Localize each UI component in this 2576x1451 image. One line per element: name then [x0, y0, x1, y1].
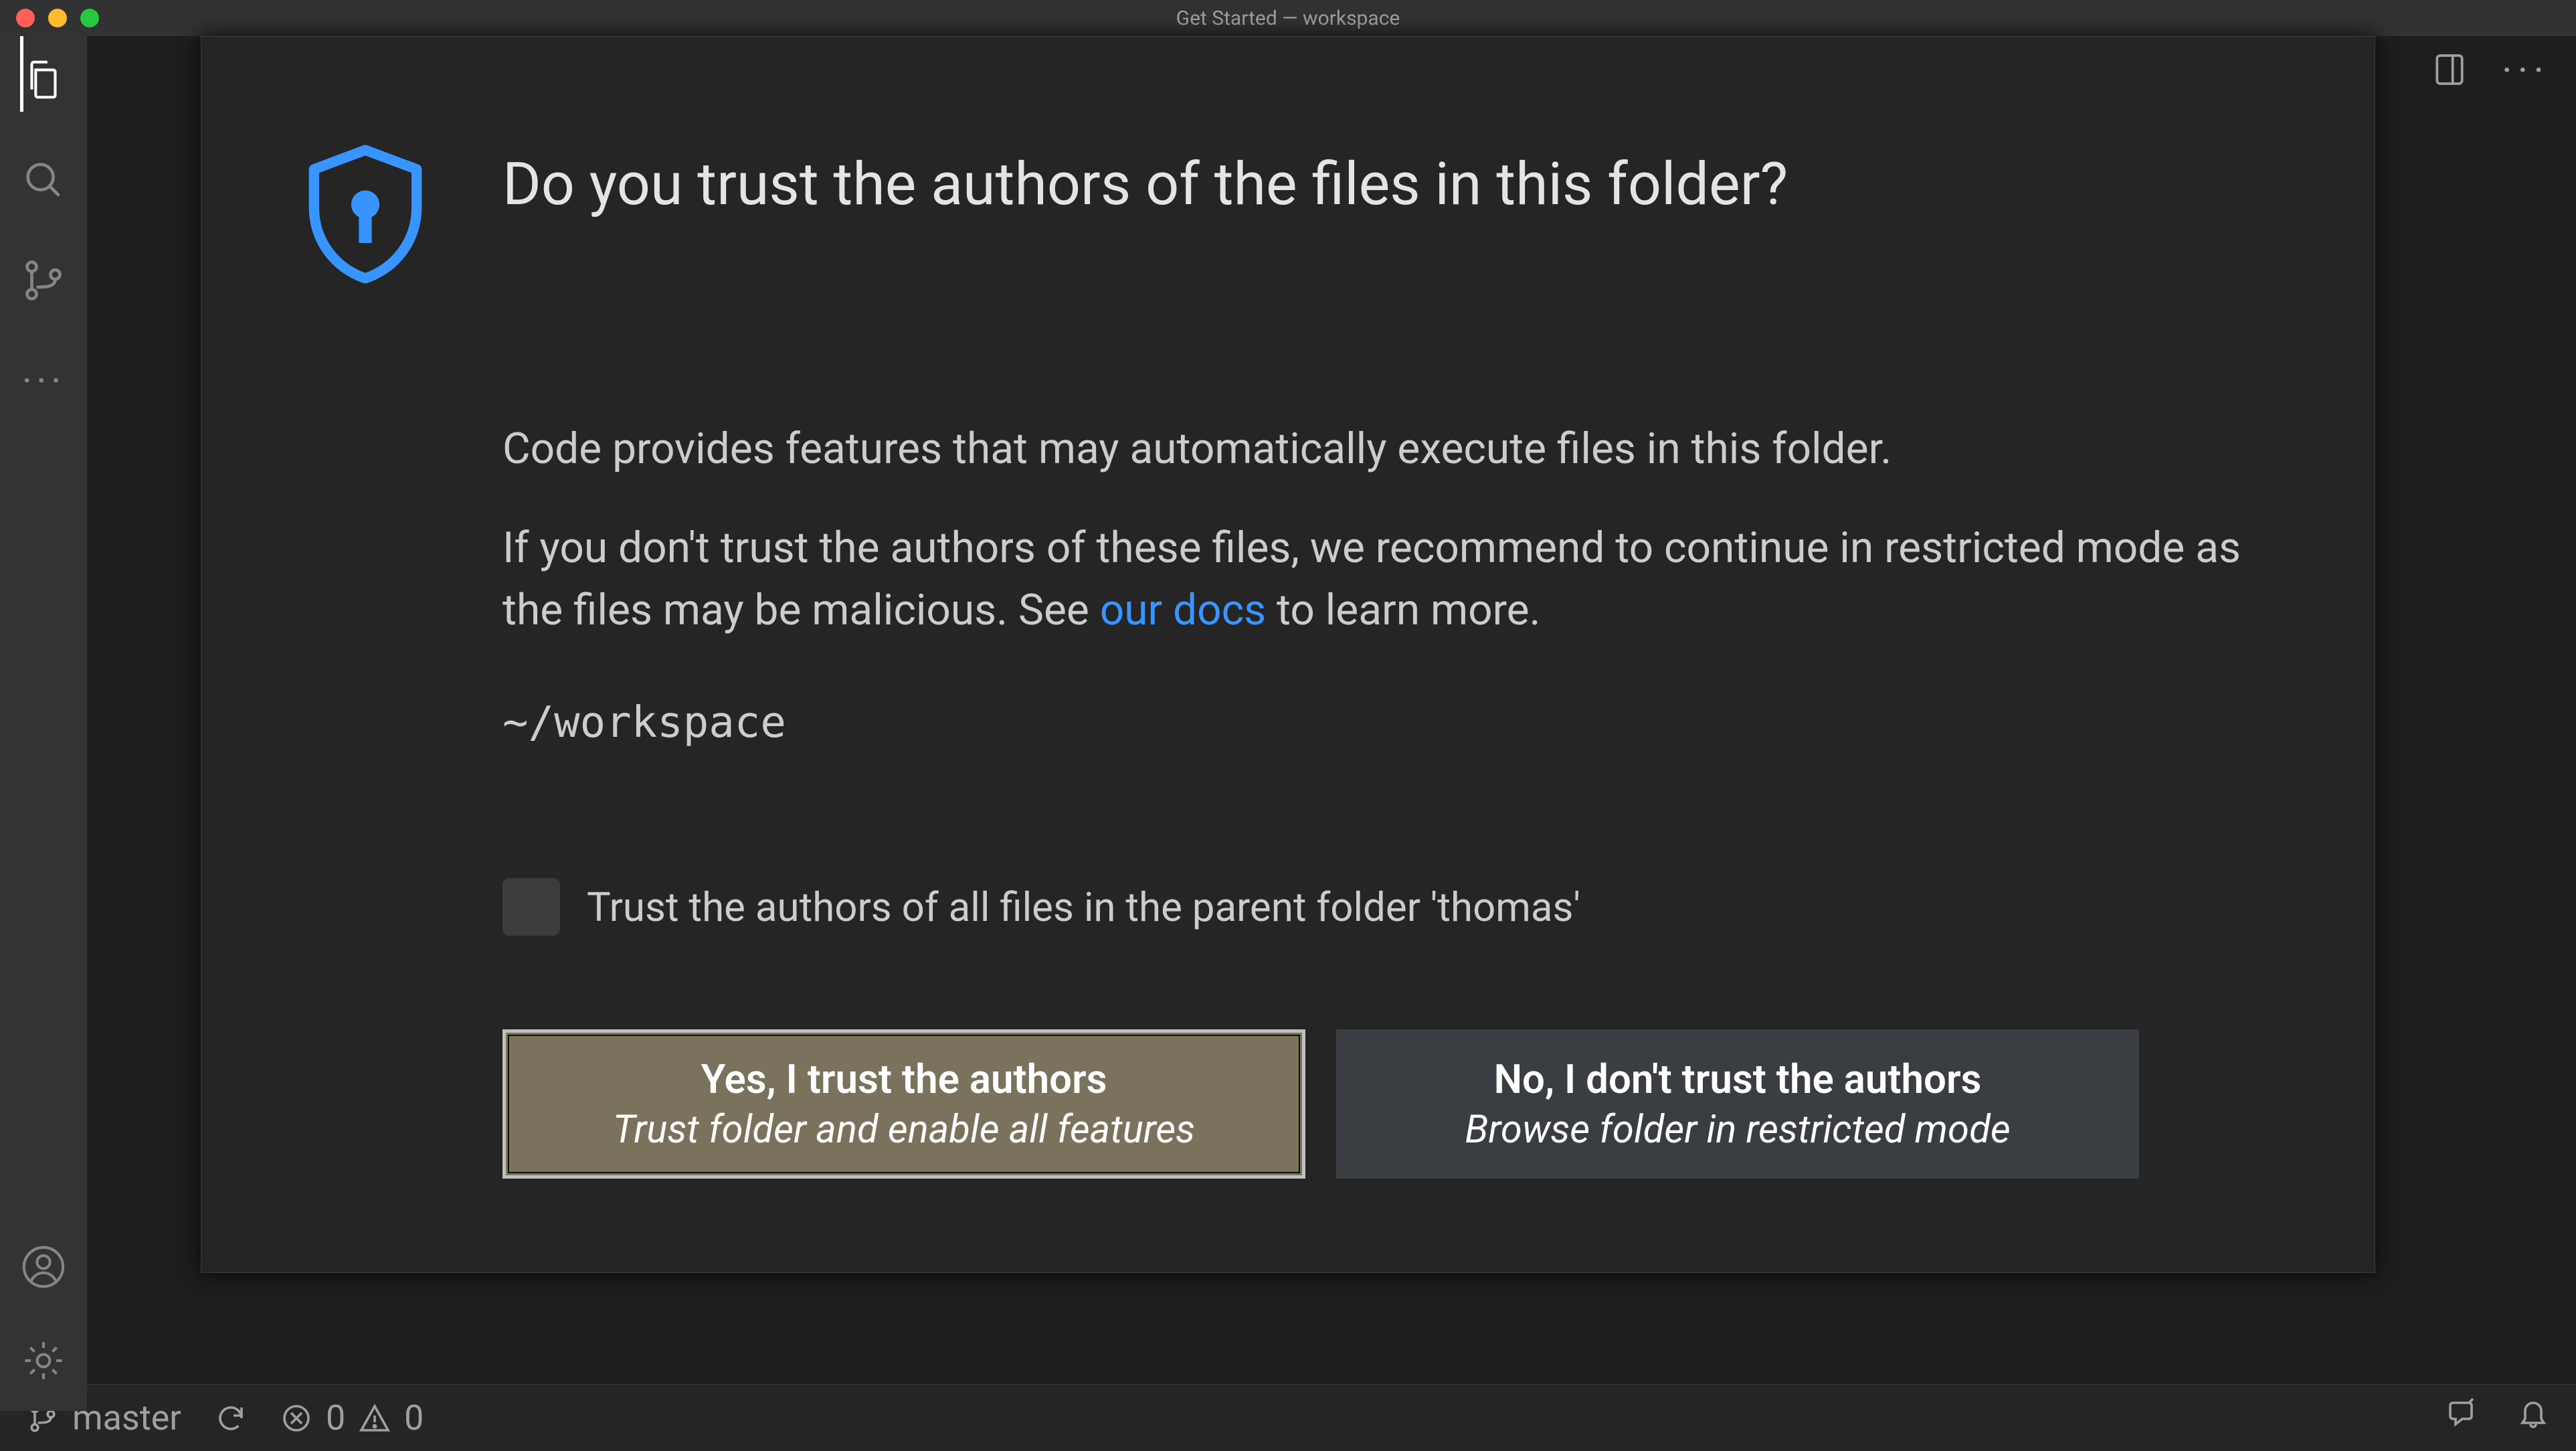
trust-no-subtitle: Browse folder in restricted mode	[1465, 1107, 2010, 1153]
search-icon[interactable]	[20, 157, 67, 203]
status-problems[interactable]: 0 0	[280, 1397, 424, 1438]
notifications-bell-icon[interactable]	[2517, 1397, 2549, 1438]
trust-yes-subtitle: Trust folder and enable all features	[613, 1107, 1195, 1153]
titlebar: Get Started — workspace	[0, 0, 2576, 36]
feedback-icon[interactable]	[2445, 1397, 2477, 1438]
activity-overflow-icon[interactable]: ···	[20, 357, 67, 404]
accounts-icon[interactable]	[20, 1244, 67, 1290]
shield-icon	[288, 137, 442, 291]
workspace-trust-dialog: Do you trust the authors of the files in…	[201, 36, 2375, 1273]
trust-parent-label: Trust the authors of all files in the pa…	[587, 883, 1580, 931]
settings-gear-icon[interactable]	[20, 1337, 67, 1384]
trust-no-button[interactable]: No, I don't trust the authors Browse fol…	[1336, 1029, 2139, 1179]
trust-no-title: No, I don't trust the authors	[1494, 1055, 1982, 1103]
docs-link[interactable]: our docs	[1100, 585, 1266, 635]
window-maximize-button[interactable]	[80, 9, 99, 27]
dialog-title: Do you trust the authors of the files in…	[502, 151, 1788, 218]
status-bar: master 0 0	[0, 1384, 2576, 1451]
trust-yes-title: Yes, I trust the authors	[701, 1055, 1107, 1103]
trust-parent-row: Trust the authors of all files in the pa…	[502, 878, 2288, 936]
dialog-paragraph-2: If you don't trust the authors of these …	[502, 517, 2242, 642]
trust-yes-button[interactable]: Yes, I trust the authors Trust folder an…	[502, 1029, 1305, 1179]
warning-count: 0	[404, 1397, 424, 1438]
toggle-layout-icon[interactable]	[2431, 51, 2468, 91]
dialog-paragraph-1: Code provides features that may automati…	[502, 418, 2242, 481]
window-controls	[0, 9, 99, 27]
status-sync[interactable]	[215, 1402, 247, 1434]
activity-bar: ···	[0, 36, 87, 1411]
dialog-paragraph-2b: to learn more.	[1266, 585, 1540, 635]
editor-actions: ···	[2431, 47, 2549, 94]
window-close-button[interactable]	[16, 9, 35, 27]
editor-more-icon[interactable]: ···	[2502, 47, 2549, 94]
branch-name: master	[72, 1397, 181, 1438]
folder-path: ~/workspace	[502, 698, 2288, 748]
window-title: Get Started — workspace	[0, 7, 2576, 30]
window-minimize-button[interactable]	[48, 9, 67, 27]
trust-parent-checkbox[interactable]	[502, 878, 560, 936]
explorer-icon[interactable]	[20, 56, 67, 103]
error-count: 0	[326, 1397, 345, 1438]
source-control-icon[interactable]	[20, 257, 67, 304]
